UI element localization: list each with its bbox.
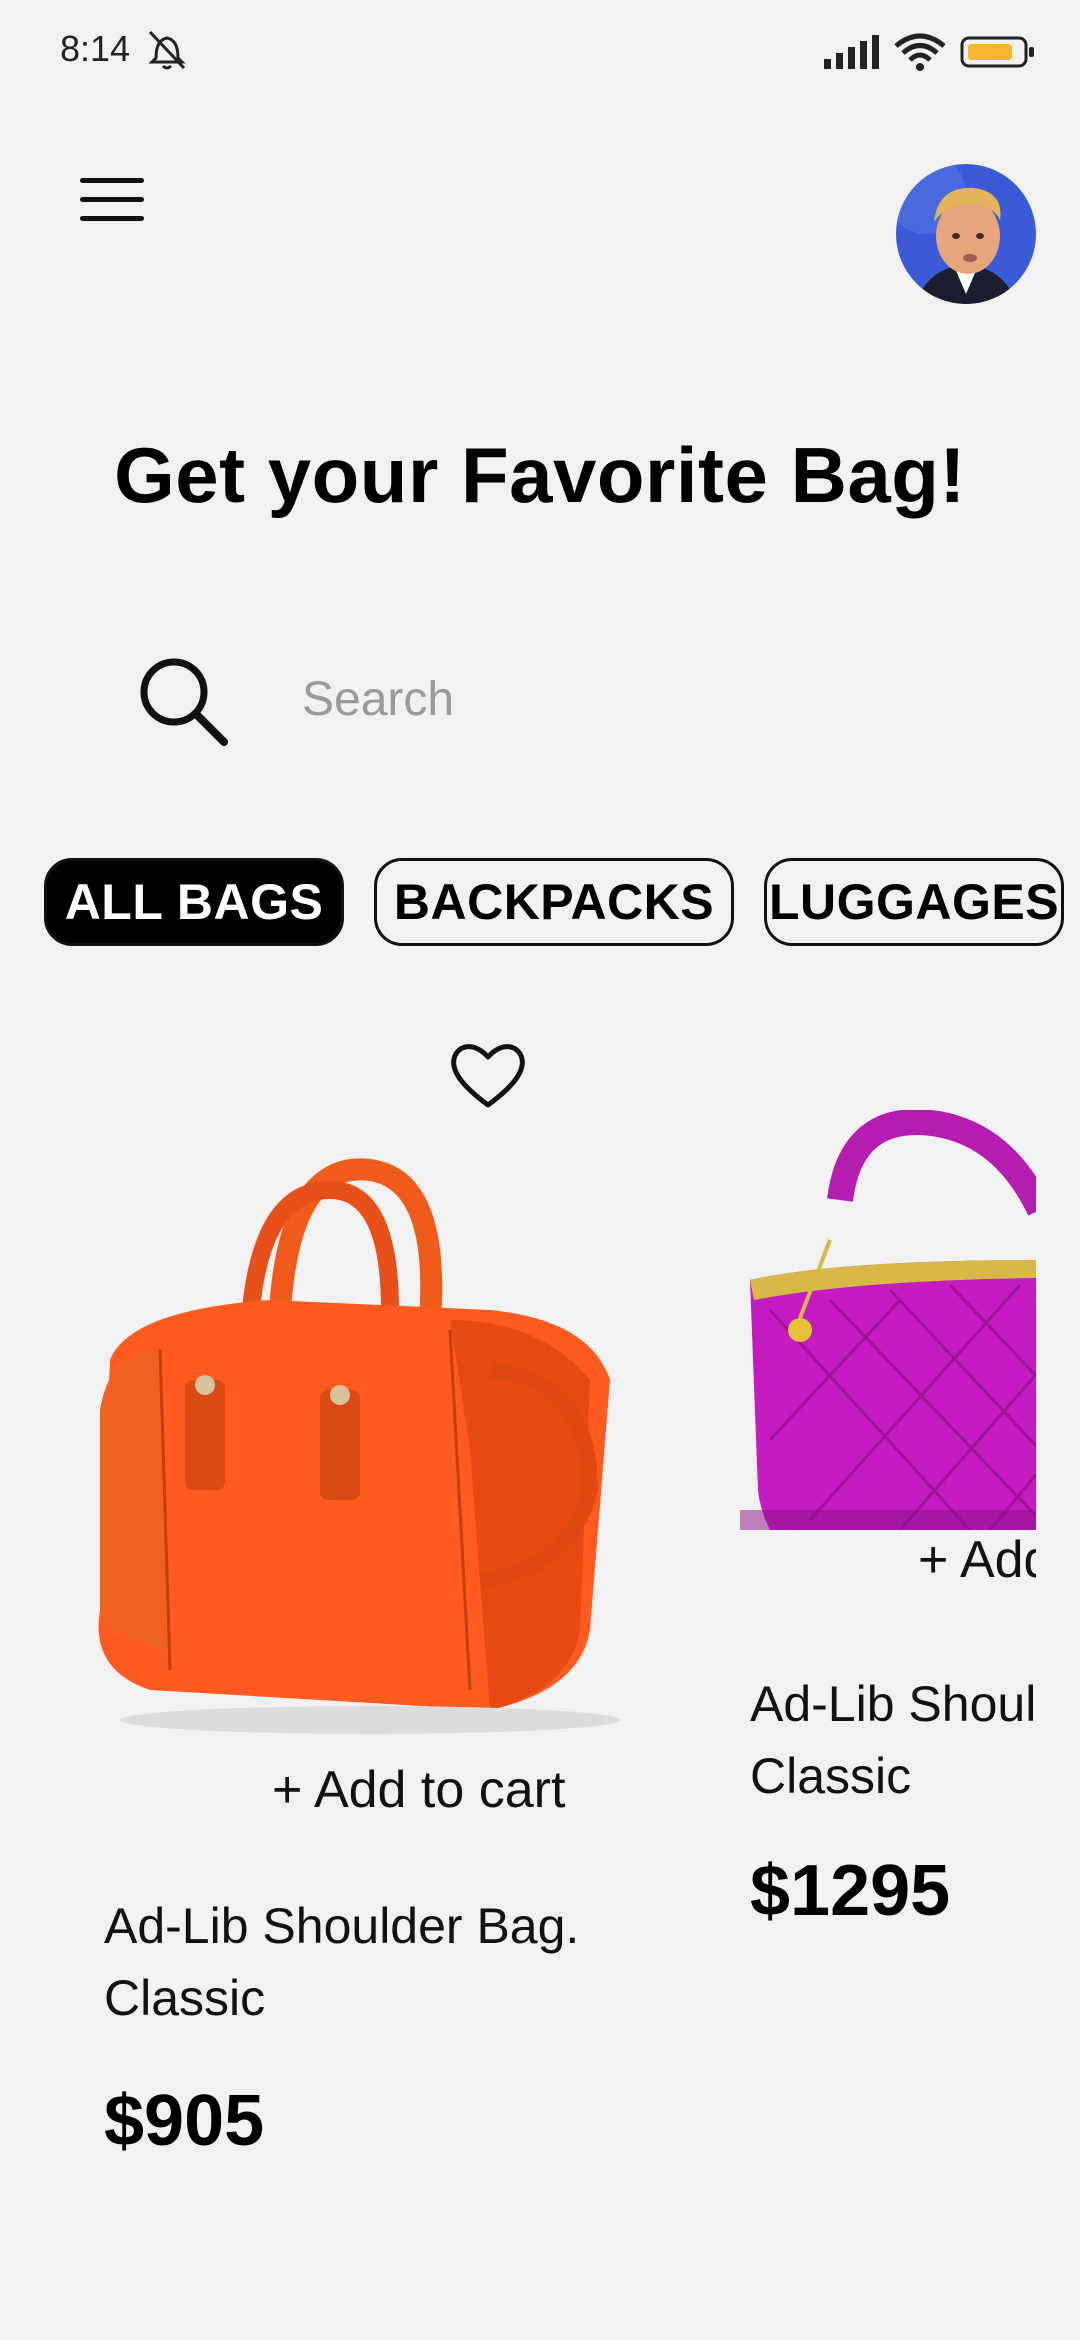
chip-luggages[interactable]: LUGGAGES xyxy=(764,858,1064,946)
product-price: $1295 xyxy=(750,1851,951,1931)
chip-all-bags[interactable]: ALL BAGS xyxy=(44,858,344,946)
search-icon[interactable] xyxy=(130,648,230,748)
product-card[interactable]: + Add to cart Ad-Lib Shoulder Bag. Class… xyxy=(70,1030,670,2190)
product-image[interactable] xyxy=(70,1150,650,1750)
status-bar: 8:14 xyxy=(0,0,1080,104)
avatar-image xyxy=(896,164,1036,304)
hamburger-icon xyxy=(80,178,144,183)
avatar[interactable] xyxy=(896,164,1036,304)
product-price: $905 xyxy=(104,2081,265,2161)
hamburger-icon-bar xyxy=(80,216,144,221)
chip-backpacks[interactable]: BACKPACKS xyxy=(374,858,734,946)
hamburger-icon-bar xyxy=(80,197,144,202)
product-image[interactable] xyxy=(740,1110,1036,1530)
product-name: Ad-Lib Shoulder Bag. Classic xyxy=(104,1898,580,2026)
add-to-cart-button[interactable]: + Add to cart xyxy=(918,1530,1036,1590)
battery-icon xyxy=(960,36,1034,68)
heart-outline-icon[interactable] xyxy=(448,1039,528,1111)
signal-icon xyxy=(824,35,879,69)
product-name: Ad-Lib Shoulder Bag. Classic xyxy=(750,1676,1036,1804)
wifi-icon xyxy=(894,33,946,71)
category-chips: ALL BAGS BACKPACKS LUGGAGES xyxy=(44,858,1064,946)
bell-muted-icon xyxy=(148,30,186,70)
product-card[interactable]: + Add to cart Ad-Lib Shoulder Bag. Class… xyxy=(740,1090,1036,1990)
page-title: Get your Favorite Bag! xyxy=(114,431,966,519)
status-time: 8:14 xyxy=(60,28,131,69)
search-input[interactable] xyxy=(300,660,1004,738)
menu-button[interactable] xyxy=(80,178,144,228)
add-to-cart-button[interactable]: + Add to cart xyxy=(272,1760,565,1820)
